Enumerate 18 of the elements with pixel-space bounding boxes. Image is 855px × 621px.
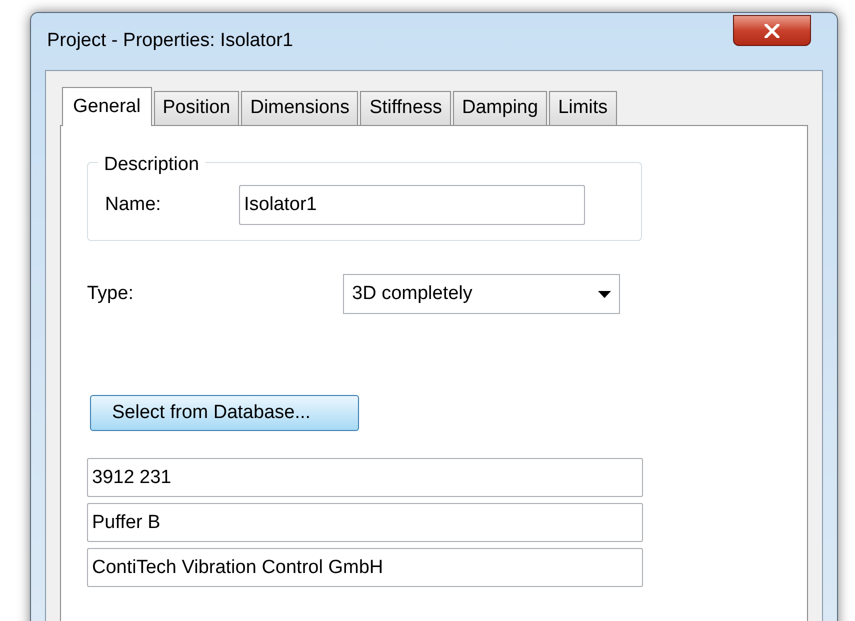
- text-field[interactable]: 3912 231: [87, 458, 643, 497]
- text-field[interactable]: ContiTech Vibration Control GmbH: [87, 548, 643, 587]
- tab[interactable]: Dimensions: [241, 91, 358, 126]
- tab[interactable]: Position: [154, 91, 240, 126]
- type-dropdown[interactable]: 3D completely: [343, 274, 620, 314]
- tab[interactable]: General: [62, 87, 152, 126]
- window-title: Project - Properties: Isolator1: [46, 29, 294, 54]
- select-from-database-button[interactable]: Select from Database...: [90, 395, 359, 431]
- tab[interactable]: Stiffness: [360, 91, 452, 126]
- close-button[interactable]: [733, 15, 811, 46]
- tab[interactable]: Limits: [549, 91, 617, 126]
- dropdown-arrow-icon: [598, 290, 611, 298]
- name-label: Name:: [105, 192, 162, 217]
- type-label: Type:: [87, 282, 134, 306]
- name-field[interactable]: Isolator1: [239, 185, 585, 225]
- close-icon: [764, 24, 780, 38]
- text-field[interactable]: Puffer B: [87, 503, 643, 542]
- tab[interactable]: Damping: [453, 91, 548, 126]
